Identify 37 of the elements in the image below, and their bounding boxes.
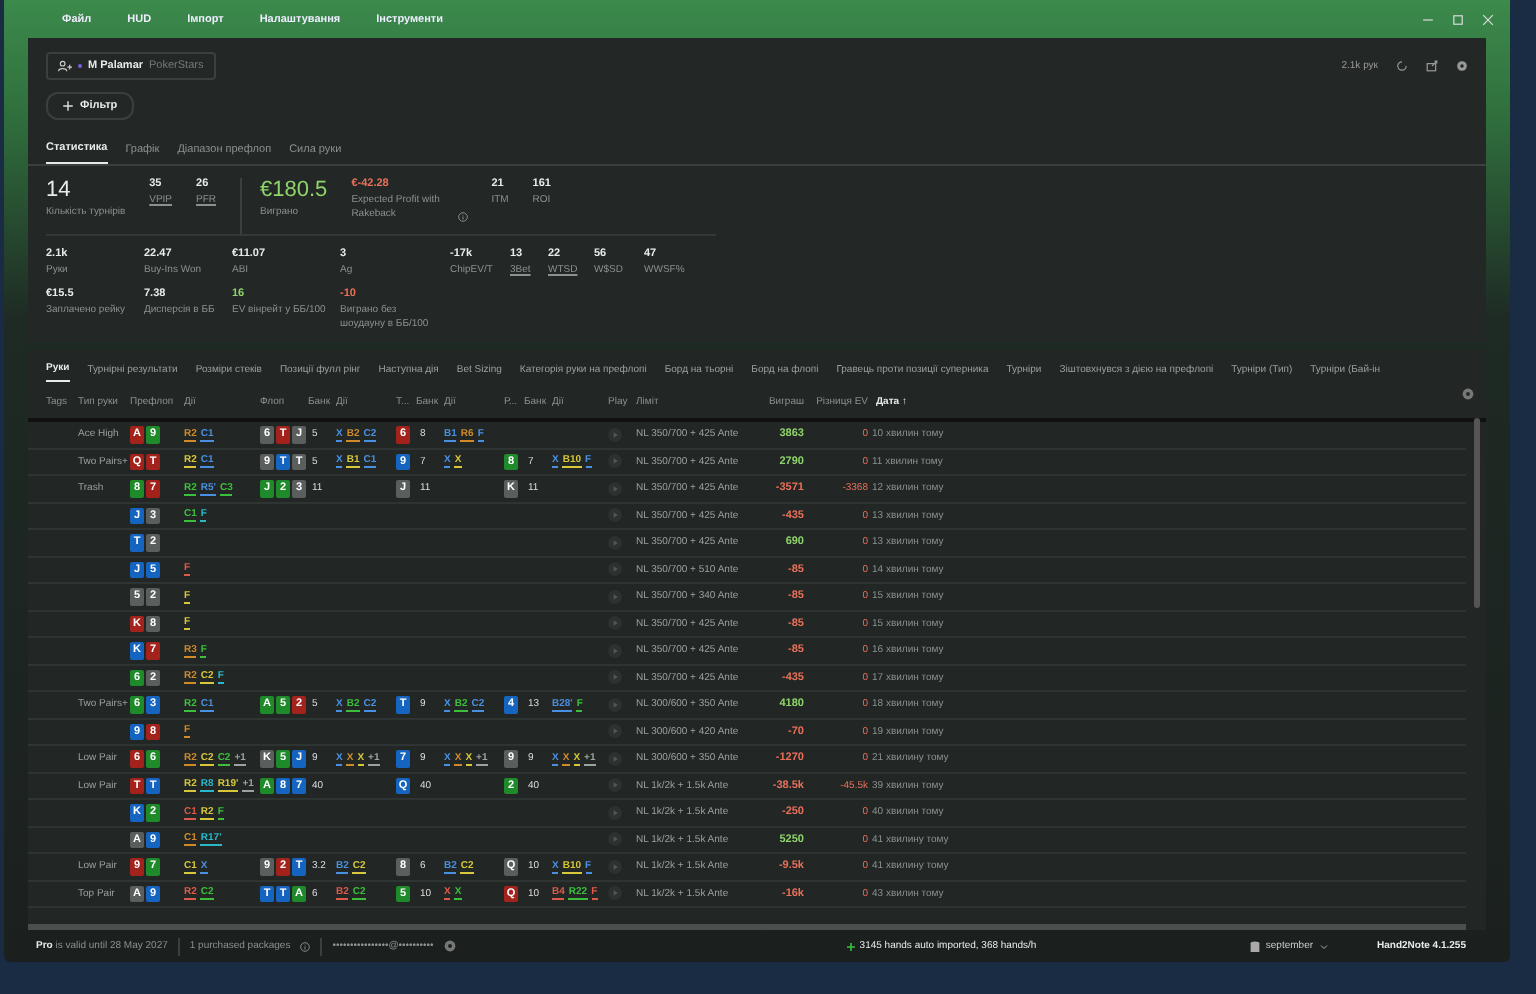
play-icon[interactable]: [608, 697, 622, 712]
play-icon[interactable]: [608, 454, 622, 469]
export-icon[interactable]: [1426, 60, 1438, 72]
settings-icon[interactable]: [1456, 60, 1468, 72]
database-icon: [1249, 939, 1260, 953]
play-icon[interactable]: [608, 805, 622, 820]
plus-icon: [845, 941, 856, 951]
plus-icon: [62, 100, 74, 112]
info-icon[interactable]: [300, 941, 311, 951]
settings-icon[interactable]: [443, 940, 456, 952]
scrollbar[interactable]: [28, 924, 1466, 930]
play-icon[interactable]: [608, 589, 622, 604]
play-icon[interactable]: [608, 616, 622, 631]
stat-value: €180.5: [260, 178, 328, 202]
play-icon[interactable]: [608, 427, 622, 442]
play-icon[interactable]: [608, 859, 622, 874]
players-icon: [58, 60, 72, 72]
play-icon[interactable]: [608, 535, 622, 550]
play-icon[interactable]: [608, 481, 622, 496]
info-icon[interactable]: [457, 211, 468, 221]
play-icon[interactable]: [608, 562, 622, 577]
scrollbar[interactable]: [1474, 418, 1480, 608]
play-icon[interactable]: [608, 643, 622, 658]
play-icon[interactable]: [608, 751, 622, 766]
maximize-icon[interactable]: [1452, 13, 1464, 25]
caret-icon: [1319, 943, 1328, 949]
play-icon[interactable]: [608, 778, 622, 793]
refresh-icon[interactable]: [1396, 60, 1408, 72]
play-icon[interactable]: [608, 670, 622, 685]
settings-icon[interactable]: [1462, 388, 1474, 400]
close-icon[interactable]: [1482, 13, 1494, 25]
stat-value: 14: [46, 178, 73, 202]
play-icon[interactable]: [608, 724, 622, 739]
play-icon[interactable]: [608, 508, 622, 523]
play-icon[interactable]: [608, 886, 622, 901]
minimize-icon[interactable]: [1422, 13, 1434, 25]
play-icon[interactable]: [608, 832, 622, 847]
